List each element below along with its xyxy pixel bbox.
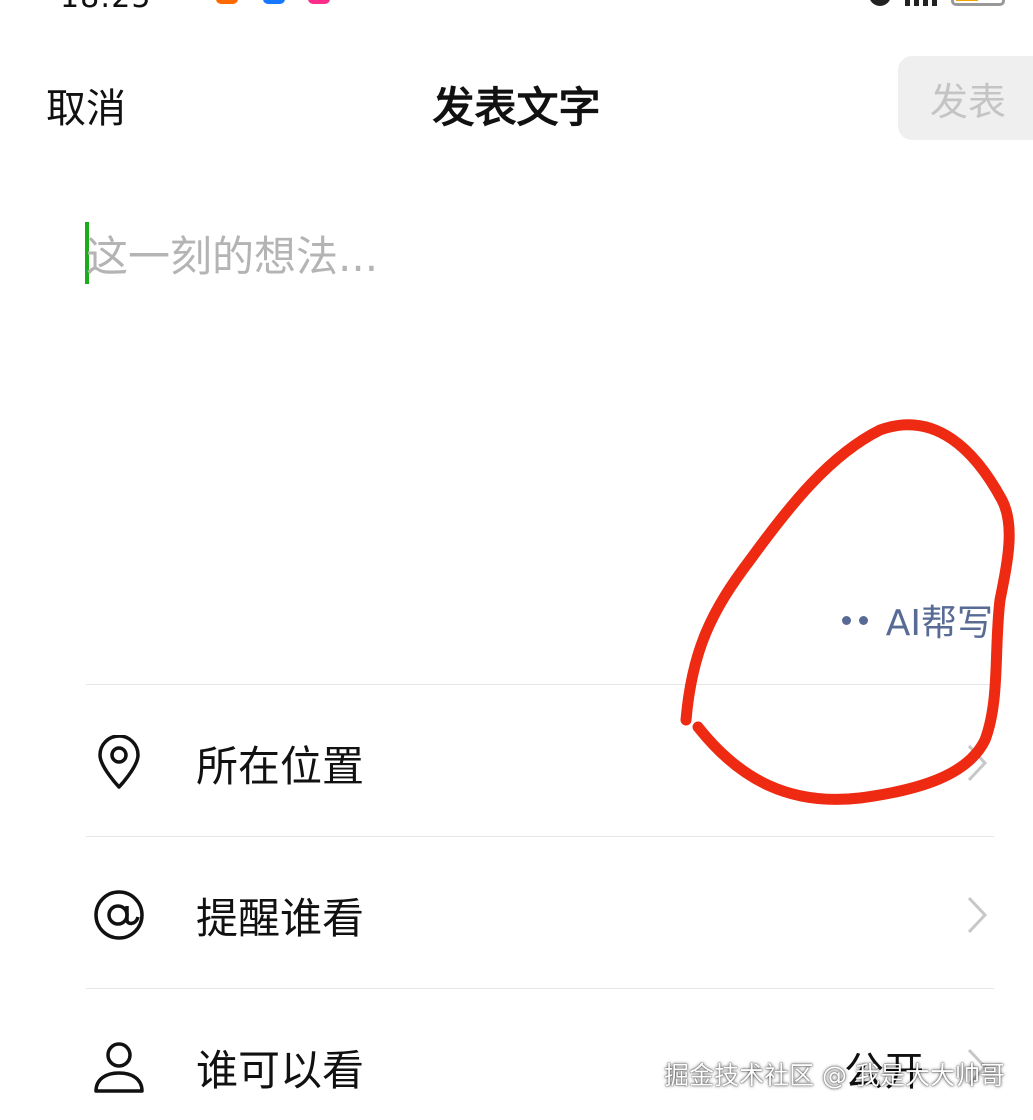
status-bar: 18:25 [0, 0, 1033, 15]
taobao-app-icon [216, 0, 238, 4]
alipay-app-icon [263, 0, 285, 4]
ai-dots-icon [841, 615, 868, 625]
option-label: 提醒谁看 [196, 894, 365, 943]
location-pin-icon [98, 735, 140, 789]
moment-text-input[interactable] [86, 226, 966, 566]
signal-icon [905, 0, 937, 6]
status-time: 18:25 [60, 0, 151, 15]
chevron-right-icon [967, 896, 988, 934]
watermark: 掘金技术社区 @ 我是大大帅哥 [664, 1061, 1005, 1090]
option-label: 所在位置 [196, 742, 365, 791]
ai-write-button[interactable]: AI帮写 [841, 594, 993, 646]
at-sign-icon [94, 890, 144, 940]
option-label: 谁可以看 [196, 1046, 365, 1095]
option-location[interactable]: 所在位置 [86, 684, 994, 836]
compose-text-screen: 18:25 取消 发表文字 发表 AI帮写 所在位置 [0, 0, 1033, 1120]
publish-button[interactable]: 发表 [898, 56, 1033, 140]
notification-dot-icon [869, 0, 891, 6]
option-remind[interactable]: 提醒谁看 [86, 836, 994, 988]
battery-icon [951, 0, 1005, 6]
ai-write-label: AI帮写 [885, 603, 993, 644]
chevron-right-icon [967, 744, 988, 782]
status-indicators [869, 0, 1005, 6]
page-title: 发表文字 [432, 83, 601, 132]
option-visibility[interactable]: 谁可以看 公开 [86, 988, 994, 1120]
options-list: 所在位置 提醒谁看 谁可以看 公开 [86, 684, 994, 1120]
pink-app-icon [308, 0, 330, 4]
person-icon [94, 1042, 144, 1093]
